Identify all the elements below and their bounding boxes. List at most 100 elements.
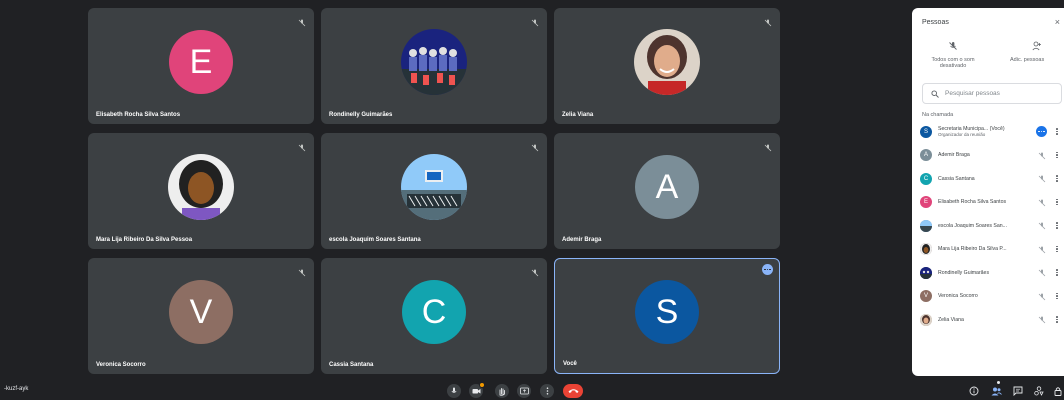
mic-off-icon bbox=[1038, 175, 1046, 183]
participant-name: Ademir Braga bbox=[562, 237, 602, 243]
more-options-icon[interactable] bbox=[1036, 126, 1047, 137]
mute-all-button[interactable]: Todos com o som desativado bbox=[920, 41, 986, 69]
kebab-menu-icon[interactable] bbox=[1056, 175, 1058, 182]
participant-name: Rondinelly Guimarães bbox=[938, 269, 990, 276]
avatar: A bbox=[920, 149, 932, 162]
mic-off-icon bbox=[949, 42, 957, 50]
search-placeholder: Pesquisar pessoas bbox=[945, 90, 1000, 97]
avatar: S bbox=[920, 125, 932, 138]
mic-off-icon bbox=[1038, 269, 1046, 277]
avatar: V bbox=[169, 280, 233, 344]
participant-tile[interactable]: E Elisabeth Rocha Silva Santos bbox=[88, 8, 314, 124]
participant-name: escola Joaquim Soares San... bbox=[938, 222, 1007, 229]
panel-title: Pessoas bbox=[922, 19, 949, 26]
mic-icon bbox=[451, 387, 457, 393]
activities-icon[interactable] bbox=[1033, 385, 1045, 397]
kebab-menu-icon[interactable] bbox=[1056, 128, 1058, 135]
avatar: S bbox=[635, 280, 699, 344]
mic-off-icon bbox=[298, 139, 306, 152]
participant-name: Veronica Socorro bbox=[96, 362, 146, 368]
mic-off-icon bbox=[531, 14, 539, 27]
participant-tile[interactable]: V Veronica Socorro bbox=[88, 258, 314, 374]
mic-off-icon bbox=[764, 14, 772, 27]
kebab-menu-icon[interactable] bbox=[1056, 292, 1058, 300]
list-item[interactable]: Rondinelly Guimarães bbox=[920, 261, 1064, 285]
list-item[interactable]: A Ademir Braga bbox=[920, 144, 1064, 168]
kebab-menu-icon[interactable] bbox=[1056, 316, 1058, 323]
kebab-menu-icon[interactable] bbox=[1056, 222, 1058, 229]
avatar: V bbox=[920, 290, 932, 303]
participant-tile[interactable]: C Cassia Santana bbox=[321, 258, 547, 374]
camera-icon bbox=[472, 389, 480, 394]
present-button[interactable] bbox=[517, 384, 531, 398]
people-icon[interactable] bbox=[990, 380, 1002, 397]
kebab-menu-icon[interactable] bbox=[1056, 269, 1058, 276]
mute-all-label: Todos com o som desativado bbox=[931, 57, 975, 69]
list-item[interactable]: S Secretaria Municipa... (Você) Organiza… bbox=[920, 120, 1064, 144]
avatar: C bbox=[402, 280, 466, 344]
participant-name: Veronica Socorro bbox=[938, 293, 978, 300]
control-bar: -kuzf-ayk bbox=[0, 380, 1064, 400]
close-icon[interactable]: × bbox=[1055, 17, 1060, 27]
add-person-icon bbox=[1032, 41, 1041, 51]
avatar: A bbox=[635, 155, 699, 219]
raise-hand-button[interactable] bbox=[495, 384, 509, 398]
participant-list: S Secretaria Municipa... (Você) Organiza… bbox=[920, 120, 1064, 332]
list-item[interactable]: V Veronica Socorro bbox=[920, 285, 1064, 309]
self-tile[interactable]: S Você bbox=[554, 258, 780, 374]
mic-off-icon bbox=[1038, 246, 1046, 253]
camera-button[interactable] bbox=[469, 382, 485, 398]
notification-dot bbox=[996, 380, 1001, 385]
participant-tile[interactable]: Rondinelly Guimarães bbox=[321, 8, 547, 124]
avatar: E bbox=[920, 196, 932, 209]
kebab-menu-icon[interactable] bbox=[1056, 245, 1058, 253]
participant-name: Ademir Braga bbox=[938, 152, 970, 159]
mic-off-icon bbox=[298, 264, 306, 277]
participant-name: Zelia Viana bbox=[938, 316, 964, 323]
participant-name: Cassia Santana bbox=[938, 175, 975, 182]
add-people-button[interactable]: Adic. pessoas bbox=[1006, 41, 1064, 63]
avatar bbox=[920, 313, 932, 326]
woman-photo bbox=[634, 29, 700, 95]
hand-icon bbox=[499, 387, 505, 396]
avatar: C bbox=[920, 172, 932, 185]
list-item[interactable]: E Elisabeth Rocha Silva Santos bbox=[920, 191, 1064, 215]
info-icon[interactable] bbox=[968, 385, 980, 397]
kebab-menu-icon[interactable] bbox=[1056, 198, 1058, 206]
participant-name: Mara Lija Ribeiro Da Silva P... bbox=[938, 246, 1007, 253]
list-item[interactable]: Mara Lija Ribeiro Da Silva P... bbox=[920, 238, 1064, 262]
participant-tile[interactable]: escola Joaquim Soares Santana bbox=[321, 133, 547, 249]
search-icon bbox=[931, 89, 939, 98]
list-item[interactable]: Zelia Viana bbox=[920, 308, 1064, 332]
participant-name: Cassia Santana bbox=[329, 362, 374, 368]
mic-off-icon bbox=[1038, 152, 1046, 159]
participant-name: Elisabeth Rocha Silva Santos bbox=[938, 199, 1007, 206]
more-options-button[interactable] bbox=[540, 384, 554, 398]
meeting-code: -kuzf-ayk bbox=[4, 386, 29, 392]
participant-name: Rondinelly Guimarães bbox=[329, 112, 393, 118]
participant-name: escola Joaquim Soares Santana bbox=[329, 237, 421, 243]
mic-button[interactable] bbox=[447, 384, 461, 398]
mic-off-icon bbox=[1038, 293, 1046, 300]
lock-icon[interactable] bbox=[1052, 385, 1064, 397]
people-panel: Pessoas × Todos com o som desativado Adi… bbox=[912, 8, 1064, 376]
participant-tile[interactable]: Mara Lija Ribeiro Da Silva Pessoa bbox=[88, 133, 314, 249]
more-vert-icon bbox=[546, 387, 548, 395]
group-photo bbox=[401, 29, 467, 95]
mic-off-icon bbox=[764, 139, 772, 152]
kebab-menu-icon[interactable] bbox=[1056, 151, 1058, 159]
mic-off-icon bbox=[531, 139, 539, 152]
more-options-icon[interactable] bbox=[762, 264, 773, 275]
mic-off-icon bbox=[531, 264, 539, 277]
list-item[interactable]: escola Joaquim Soares San... bbox=[920, 214, 1064, 238]
portrait-photo bbox=[168, 154, 234, 220]
leave-call-button[interactable] bbox=[563, 384, 583, 398]
list-item[interactable]: C Cassia Santana bbox=[920, 167, 1064, 191]
present-icon bbox=[519, 387, 529, 395]
chat-icon[interactable] bbox=[1012, 385, 1024, 397]
participant-tile[interactable]: A Ademir Braga bbox=[554, 133, 780, 249]
mic-off-icon bbox=[298, 14, 306, 27]
mic-off-icon bbox=[1038, 316, 1046, 324]
search-input[interactable]: Pesquisar pessoas bbox=[922, 83, 1062, 104]
participant-tile[interactable]: Zelia Viana bbox=[554, 8, 780, 124]
